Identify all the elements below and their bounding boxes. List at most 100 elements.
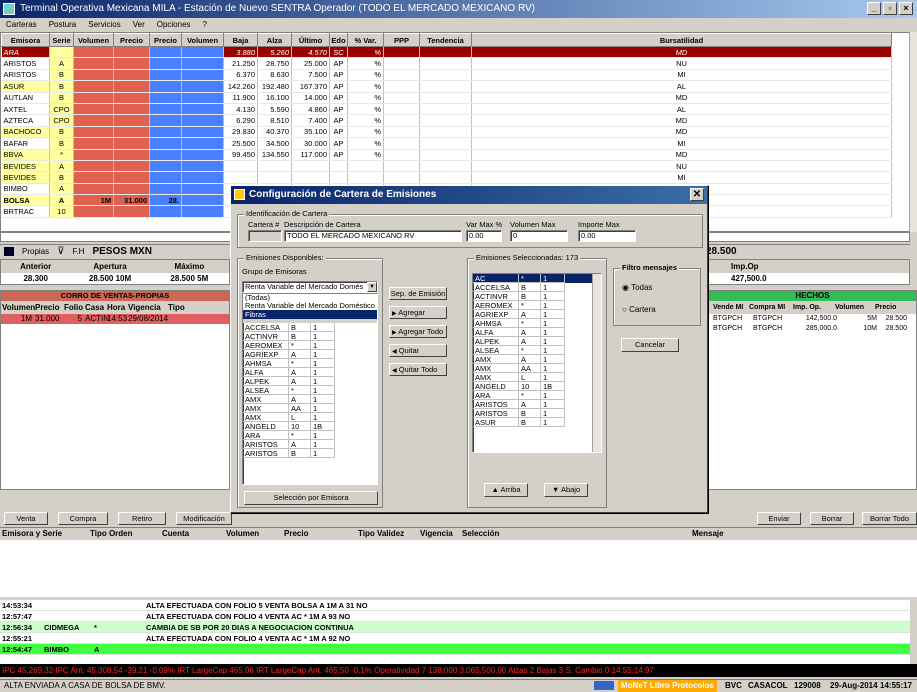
table-row[interactable]: AXTEL CPO 4.130 5.590 4.860 AP% AL	[1, 103, 892, 116]
corro-row[interactable]: 1M 31.000 5 ACTIN 14:53 29/08/2014	[1, 314, 229, 324]
menu-ver[interactable]: Ver	[133, 18, 145, 32]
propias-label[interactable]: Propias	[22, 247, 49, 256]
abajo-button[interactable]: ▼ Abajo	[544, 483, 588, 497]
table-row[interactable]: ARISTOS A 21.250 28.750 25.000 AP% NU	[1, 57, 892, 70]
list-item[interactable]: AMX L 1	[473, 373, 601, 382]
grid-header[interactable]: Precio	[149, 33, 182, 47]
list-item[interactable]: ARISTOS B 1	[473, 409, 601, 418]
varmax-field[interactable]: 0.00	[466, 230, 502, 242]
grid-header[interactable]: Baja	[223, 33, 258, 47]
list-item[interactable]: AGRIEXP A 1	[473, 310, 601, 319]
list-item[interactable]: AGRIEXP A 1	[243, 350, 377, 359]
grid-header[interactable]: PPP	[383, 33, 420, 47]
dialog-close-button[interactable]: ✕	[690, 188, 704, 201]
grid-header[interactable]: Alza	[257, 33, 292, 47]
list-item[interactable]: ACTINVR B 1	[473, 292, 601, 301]
menu-opciones[interactable]: Opciones	[157, 18, 191, 32]
list-item[interactable]: AMX AA 1	[243, 404, 377, 413]
table-row[interactable]: ARISTOS B 6.370 8.630 7.500 AP% MI	[1, 69, 892, 82]
list-item[interactable]: AHMSA * 1	[473, 319, 601, 328]
list-item[interactable]: ANGELD 10 1B	[473, 382, 601, 391]
cancelar-button[interactable]: Cancelar	[621, 338, 679, 352]
table-row[interactable]: ARA * 3.880 5.260 4.570 SC% MD	[1, 46, 892, 59]
list-item[interactable]: ALSEA * 1	[243, 386, 377, 395]
list-item[interactable]: AMX A 1	[243, 395, 377, 404]
table-row[interactable]: BEVIDES B MI	[1, 171, 892, 184]
table-row[interactable]: BBVA * 99.450 134.550 117.000 AP% MD	[1, 149, 892, 161]
retiro-button[interactable]: Retiro	[118, 511, 166, 525]
modificacion-button[interactable]: Modificación	[176, 511, 232, 525]
grid-header[interactable]: Volumen	[73, 33, 114, 47]
sep-emision-button[interactable]: Sep. de Emisión	[389, 287, 447, 300]
filter-icon[interactable]: ⊽	[57, 246, 64, 257]
list-item[interactable]: ARA * 1	[473, 391, 601, 400]
borrar-button[interactable]: Borrar	[810, 511, 854, 525]
arriba-button[interactable]: ▲ Arriba	[484, 483, 528, 497]
grid-header[interactable]: Bursatilidad	[471, 33, 892, 47]
list-item[interactable]: ALFA A 1	[243, 368, 377, 377]
list-item[interactable]: ARA * 1	[243, 431, 377, 440]
table-row[interactable]: AUTLAN B 11.900 16.100 14.000 AP% MD	[1, 92, 892, 104]
volmax-field[interactable]: 0	[510, 230, 568, 242]
list-item[interactable]: ALSEA * 1	[473, 346, 601, 355]
list-item[interactable]: ASUR B 1	[473, 418, 601, 427]
list-item[interactable]: ARISTOS A 1	[243, 440, 377, 449]
minimize-button[interactable]: _	[867, 2, 881, 15]
list-scrollbar[interactable]	[592, 274, 601, 452]
enviar-button[interactable]: Enviar	[757, 511, 801, 525]
list-item[interactable]: AMX L 1	[243, 413, 377, 422]
agregar-button[interactable]: ▶ Agregar	[389, 306, 447, 319]
cartera-radio[interactable]: ○ Cartera	[622, 305, 656, 314]
list-item[interactable]: ACCELSA B 1	[473, 283, 601, 292]
list-item[interactable]: ARISTOS B 1	[243, 449, 377, 458]
impmax-field[interactable]: 0.00	[578, 230, 636, 242]
compra-button[interactable]: Compra	[58, 511, 108, 525]
list-item[interactable]: ALFA A 1	[473, 328, 601, 337]
dropdown-option-rv[interactable]: Renta Variable del Mercado Doméstico	[243, 302, 377, 310]
list-item[interactable]: ACCELSA B 1	[243, 323, 377, 332]
list-item[interactable]: AMX AA 1	[473, 364, 601, 373]
venta-button[interactable]: Venta	[4, 511, 48, 525]
grid-header[interactable]: Edo	[329, 33, 348, 47]
list-item[interactable]: ALPEK A 1	[243, 377, 377, 386]
list-item[interactable]: AC * 1	[473, 274, 601, 283]
hechos-row[interactable]: BTGPCH BTGPCH 142,500.0 5M 28.500	[709, 314, 916, 324]
list-item[interactable]: ANGELD 10 1B	[243, 422, 377, 431]
menu-servicios[interactable]: Servicios	[88, 18, 120, 32]
grid-header[interactable]: Último	[291, 33, 330, 47]
grupo-select[interactable]: Renta Variable del Mercado Domés ▼	[242, 281, 378, 293]
table-row[interactable]: BACHOCO B 29.830 40.370 35.100 AP% MD	[1, 126, 892, 139]
table-row[interactable]: BEVIDES A NU	[1, 160, 892, 173]
list-item[interactable]: AMX A 1	[473, 355, 601, 364]
log-row[interactable]: 12:57:47 ALTA EFECTUADA CON FOLIO 4 VENTA…	[0, 611, 910, 622]
table-row[interactable]: BAFAR B 25.500 34.500 30.000 AP% MI	[1, 137, 892, 150]
table-row[interactable]: AZTECA CPO 6.290 8.510 7.400 AP% MD	[1, 114, 892, 127]
menu-postura[interactable]: Postura	[49, 18, 77, 32]
agregar-todo-button[interactable]: ▶ Agregar Todo	[389, 325, 447, 338]
grid-header[interactable]: Precio	[113, 33, 150, 47]
dropdown-option-fibras[interactable]: Fibras	[243, 310, 377, 319]
list-item[interactable]: AEROMEX * 1	[473, 301, 601, 310]
grid-header[interactable]: % Var.	[347, 33, 384, 47]
grid-header[interactable]: Tendencia	[419, 33, 472, 47]
list-item[interactable]: AHMSA * 1	[243, 359, 377, 368]
list-item[interactable]: ALPEK A 1	[473, 337, 601, 346]
todas-radio[interactable]: ◉ Todas	[622, 283, 652, 292]
table-row[interactable]: ASUR B 142.260 192.480 167.370 AP% AL	[1, 80, 892, 93]
borrar-todo-button[interactable]: Borrar Todo	[862, 511, 917, 525]
log-row[interactable]: 12:56:34 CIDMEGA * CAMBIA DE SB POR 20 DIAS…	[0, 622, 910, 633]
maximize-button[interactable]: ▫	[883, 2, 897, 15]
message-log[interactable]: 14:53:34 ALTA EFECTUADA CON FOLIO 5 VENTA…	[0, 600, 910, 664]
menu-help[interactable]: ?	[203, 18, 207, 32]
list-item[interactable]: ACTINVR B 1	[243, 332, 377, 341]
menu-carteras[interactable]: Carteras	[6, 18, 37, 32]
log-row[interactable]: 14:53:34 ALTA EFECTUADA CON FOLIO 5 VENTA…	[0, 600, 910, 611]
seleccion-emisora-button[interactable]: Selección por Emisora	[244, 491, 378, 505]
grid-header[interactable]: Volumen	[181, 33, 224, 47]
quitar-button[interactable]: ◀ Quitar	[389, 344, 447, 357]
list-item[interactable]: ARISTOS A 1	[473, 400, 601, 409]
grid-header[interactable]: Serie	[49, 33, 74, 47]
log-row[interactable]: 12:55:21 ALTA EFECTUADA CON FOLIO 4 VENTA…	[0, 633, 910, 644]
chevron-down-icon[interactable]: ▼	[367, 282, 377, 292]
list-item[interactable]: AEROMEX * 1	[243, 341, 377, 350]
